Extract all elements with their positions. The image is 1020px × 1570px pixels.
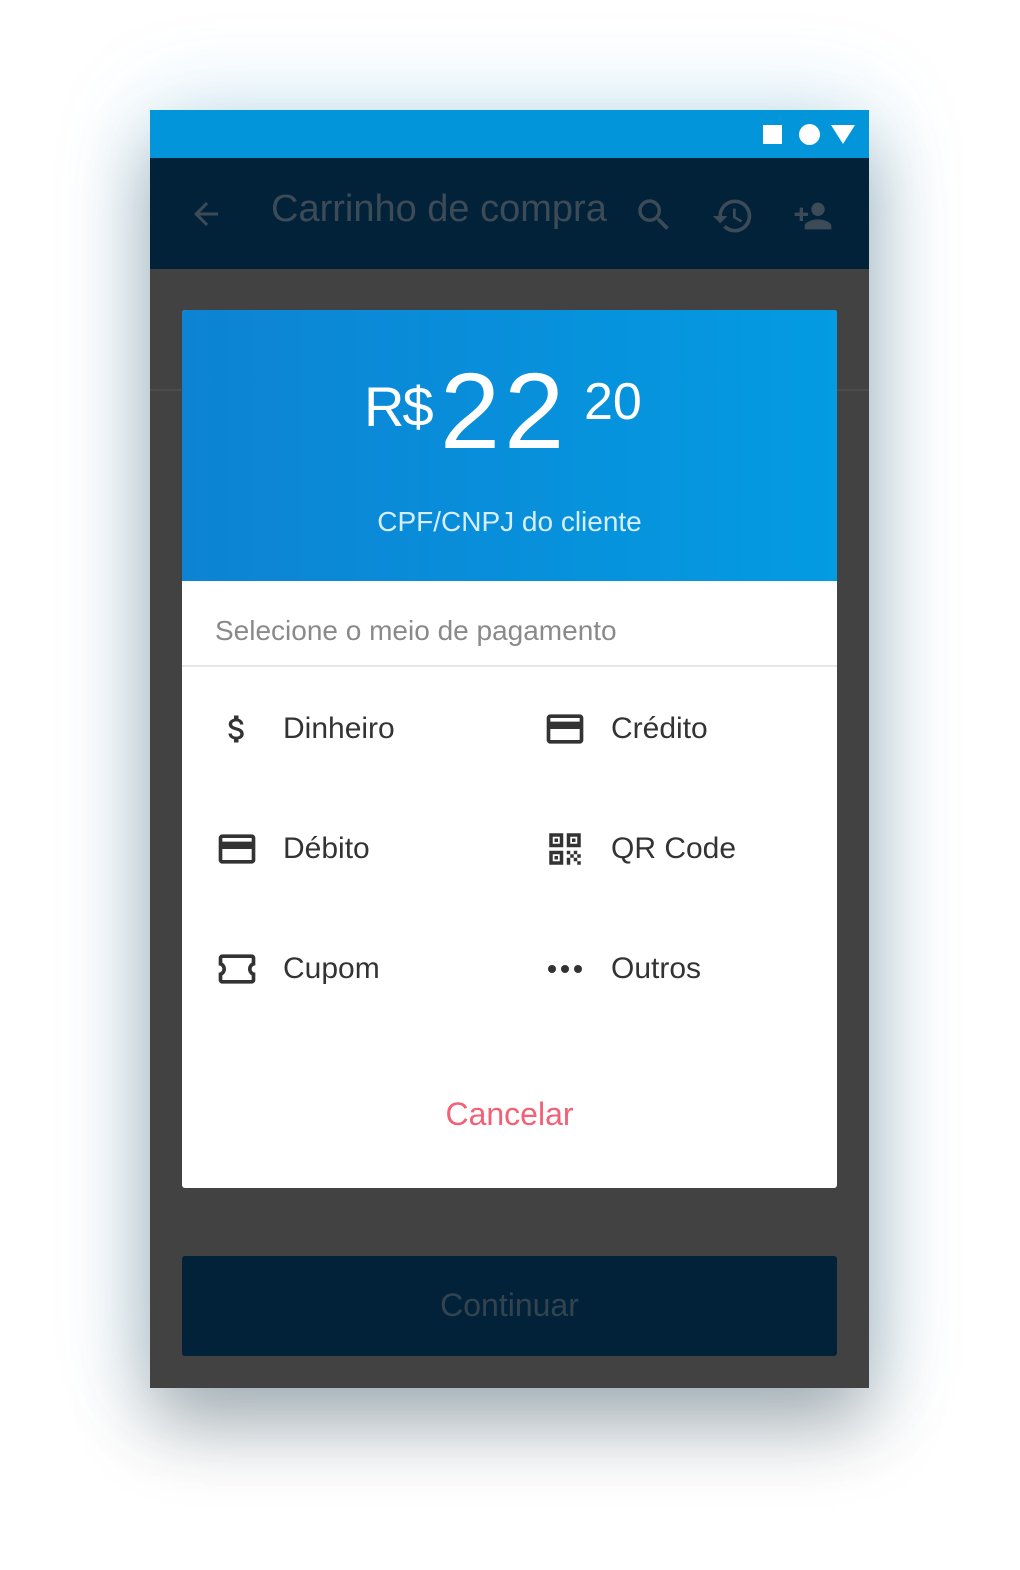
payment-option-qr-code[interactable]: QR Code bbox=[543, 819, 837, 879]
divider bbox=[182, 665, 837, 667]
price-cents: 20 bbox=[584, 373, 642, 431]
payment-option-debito[interactable]: Débito bbox=[215, 819, 515, 879]
dollar-icon bbox=[215, 699, 259, 759]
add-user-icon[interactable] bbox=[790, 196, 836, 241]
cancel-button[interactable]: Cancelar bbox=[182, 1096, 837, 1133]
payment-option-dinheiro[interactable]: Dinheiro bbox=[215, 699, 515, 759]
payment-option-label: Cupom bbox=[283, 952, 380, 985]
more-dots-icon bbox=[543, 939, 587, 999]
coupon-ticket-icon bbox=[215, 939, 259, 999]
search-icon[interactable] bbox=[633, 194, 675, 241]
phone-screen: Carrinho de compra R$ 22 20 CPF/CNPJ do … bbox=[150, 110, 869, 1388]
price-currency: R$ bbox=[364, 375, 434, 438]
payment-option-label: Débito bbox=[283, 832, 370, 865]
select-payment-label: Selecione o meio de pagamento bbox=[215, 615, 617, 646]
payment-option-label: QR Code bbox=[611, 832, 737, 865]
payment-dialog: R$ 22 20 CPF/CNPJ do cliente Selecione o… bbox=[182, 310, 837, 1188]
price-integer: 22 bbox=[440, 350, 569, 471]
payment-option-cupom[interactable]: Cupom bbox=[215, 939, 515, 999]
payment-option-label: Outros bbox=[611, 952, 702, 985]
history-icon[interactable] bbox=[711, 194, 755, 243]
continue-button-label: Continuar bbox=[440, 1287, 579, 1323]
continue-button[interactable]: Continuar bbox=[182, 1256, 837, 1356]
credit-card-icon bbox=[543, 699, 587, 759]
total-price: R$ 22 20 bbox=[182, 350, 837, 482]
qr-code-icon bbox=[543, 819, 587, 879]
payment-option-credito[interactable]: Crédito bbox=[543, 699, 837, 759]
circle-icon bbox=[799, 124, 820, 145]
status-bar bbox=[150, 110, 869, 158]
app-bar: Carrinho de compra bbox=[150, 158, 869, 269]
payment-option-label: Dinheiro bbox=[283, 712, 395, 745]
page-title: Carrinho de compra bbox=[271, 188, 607, 230]
payment-option-label: Crédito bbox=[611, 712, 708, 745]
back-arrow-icon[interactable] bbox=[188, 196, 224, 237]
triangle-icon bbox=[831, 125, 855, 144]
dialog-header: R$ 22 20 CPF/CNPJ do cliente bbox=[182, 310, 837, 581]
square-icon bbox=[763, 125, 782, 144]
debit-card-icon bbox=[215, 819, 259, 879]
customer-id-link[interactable]: CPF/CNPJ do cliente bbox=[182, 506, 837, 538]
payment-option-outros[interactable]: Outros bbox=[543, 939, 837, 999]
